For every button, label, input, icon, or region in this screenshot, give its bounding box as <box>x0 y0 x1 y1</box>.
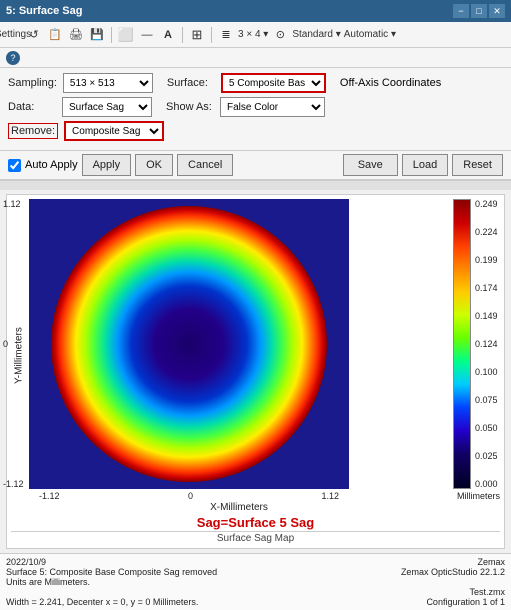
divider3 <box>211 27 212 43</box>
footer-panel: 2022/10/9 Surface 5: Composite Base Comp… <box>0 553 511 610</box>
cb-label-0: 0.249 <box>475 199 498 209</box>
print-icon[interactable]: 🖨 <box>67 26 85 44</box>
settings-help-row: ? <box>0 48 511 68</box>
autoapply-label: Auto Apply <box>25 159 78 171</box>
buttons-row: Auto Apply Apply OK Cancel Save Load Res… <box>0 151 511 180</box>
automatic-label[interactable]: Automatic ▾ <box>344 29 396 40</box>
controls-row-2: Data: Surface Sag Show As: False Color <box>8 97 503 117</box>
surface-select[interactable]: 5 Composite Bas <box>221 73 326 93</box>
y-tick-bot: -1.12 <box>3 479 24 489</box>
autoapply-checkbox[interactable] <box>8 159 21 172</box>
data-label: Data: <box>8 101 56 113</box>
x-tick-mid: 0 <box>188 491 193 501</box>
cb-label-6: 0.100 <box>475 367 498 377</box>
offaxis-label: Off-Axis Coordinates <box>340 77 441 89</box>
horizontal-scrollbar[interactable] <box>0 180 511 190</box>
help-icon[interactable]: ? <box>6 51 20 65</box>
surface-label: Surface: <box>167 77 215 89</box>
load-button[interactable]: Load <box>402 154 448 176</box>
controls-row-1: Sampling: 513 × 513 Surface: 5 Composite… <box>8 73 503 93</box>
grid-icon[interactable]: ⊞ <box>188 26 206 44</box>
maximize-button[interactable]: □ <box>471 4 487 18</box>
footer-units: Units are Millimeters. <box>6 577 355 587</box>
title-bar: 5: Surface Sag − □ ✕ <box>0 0 511 22</box>
text-icon[interactable]: A <box>159 26 177 44</box>
cb-label-9: 0.025 <box>475 451 498 461</box>
colorbar-labels: 0.249 0.224 0.199 0.174 0.149 0.124 0.10… <box>475 199 498 489</box>
refresh-icon[interactable]: ↺ <box>25 26 43 44</box>
standard-label[interactable]: Standard ▾ <box>292 29 340 40</box>
chart-title-bottom: Surface Sag Map <box>11 531 500 544</box>
window-title: 5: Surface Sag <box>6 5 82 17</box>
reset-button[interactable]: Reset <box>452 154 503 176</box>
footer-software: Zemax OpticStudio 22.1.2 <box>365 567 505 577</box>
showas-label: Show As: <box>166 101 214 113</box>
footer-left: 2022/10/9 Surface 5: Composite Base Comp… <box>6 557 355 607</box>
x-ticks: -1.12 0 1.12 <box>29 491 349 501</box>
y-tick-top: 1.12 <box>3 199 24 209</box>
save-button[interactable]: Save <box>343 154 398 176</box>
controls-row-3: Remove: Composite Sag <box>8 121 503 141</box>
export-icon[interactable]: 💾 <box>88 26 106 44</box>
y-tick-mid: 0 <box>3 339 24 349</box>
circle-icon[interactable]: ⊙ <box>271 26 289 44</box>
chart-svg <box>29 199 349 489</box>
cb-label-10: 0.000 <box>475 479 498 489</box>
footer-blank2 <box>365 577 505 587</box>
divider1 <box>111 27 112 43</box>
chart-area: Y-Millimeters 1.12 0 -1.12 <box>6 194 505 549</box>
footer-date: 2022/10/9 <box>6 557 355 567</box>
remove-label: Remove: <box>8 123 58 139</box>
colorbar <box>453 199 471 489</box>
apply-button[interactable]: Apply <box>82 154 132 176</box>
cb-label-3: 0.174 <box>475 283 498 293</box>
rect-icon[interactable]: ⬜ <box>117 26 135 44</box>
layers-icon[interactable]: ≣ <box>217 26 235 44</box>
cb-label-8: 0.050 <box>475 423 498 433</box>
y-ticks: 1.12 0 -1.12 <box>3 199 24 489</box>
x-axis-label: X-Millimeters <box>29 502 449 513</box>
cb-label-7: 0.075 <box>475 395 498 405</box>
close-button[interactable]: ✕ <box>489 4 505 18</box>
toolbar: Settings ↺ 📋 🖨 💾 ⬜ — A ⊞ ≣ 3 × 4 ▾ ⊙ Sta… <box>0 22 511 48</box>
sampling-label: Sampling: <box>8 77 57 89</box>
minimize-button[interactable]: − <box>453 4 469 18</box>
cancel-button[interactable]: Cancel <box>177 154 233 176</box>
footer-right: Zemax Zemax OpticStudio 22.1.2 Test.zmx … <box>365 557 505 607</box>
sampling-select[interactable]: 513 × 513 <box>63 73 153 93</box>
cb-label-1: 0.224 <box>475 227 498 237</box>
chart-container: Y-Millimeters 1.12 0 -1.12 <box>11 199 500 513</box>
chart-inner: 1.12 0 -1.12 <box>29 199 449 513</box>
controls-panel: Sampling: 513 × 513 Surface: 5 Composite… <box>0 68 511 151</box>
footer-file: Test.zmx <box>365 587 505 597</box>
x-tick-left: -1.12 <box>39 491 60 501</box>
ok-button[interactable]: OK <box>135 154 173 176</box>
cb-label-2: 0.199 <box>475 255 498 265</box>
grid-label[interactable]: 3 × 4 ▾ <box>238 29 268 40</box>
cb-label-5: 0.124 <box>475 339 498 349</box>
cb-label-4: 0.149 <box>475 311 498 321</box>
copy-icon[interactable]: 📋 <box>46 26 64 44</box>
title-controls: − □ ✕ <box>453 4 505 18</box>
data-select[interactable]: Surface Sag <box>62 97 152 117</box>
remove-select[interactable]: Composite Sag <box>64 121 164 141</box>
divider2 <box>182 27 183 43</box>
colorbar-wrapper: 0.249 0.224 0.199 0.174 0.149 0.124 0.10… <box>453 199 498 489</box>
footer-surface: Surface 5: Composite Base Composite Sag … <box>6 567 355 577</box>
footer-company: Zemax <box>365 557 505 567</box>
x-tick-right: 1.12 <box>321 491 339 501</box>
showas-select[interactable]: False Color <box>220 97 325 117</box>
footer-blank <box>6 587 355 597</box>
line-icon[interactable]: — <box>138 26 156 44</box>
sag-title: Sag=Surface 5 Sag <box>11 515 500 530</box>
colorbar-unit: Millimeters <box>457 491 500 501</box>
colorbar-container: 0.249 0.224 0.199 0.174 0.149 0.124 0.10… <box>453 199 500 513</box>
settings-label[interactable]: Settings <box>4 26 22 44</box>
